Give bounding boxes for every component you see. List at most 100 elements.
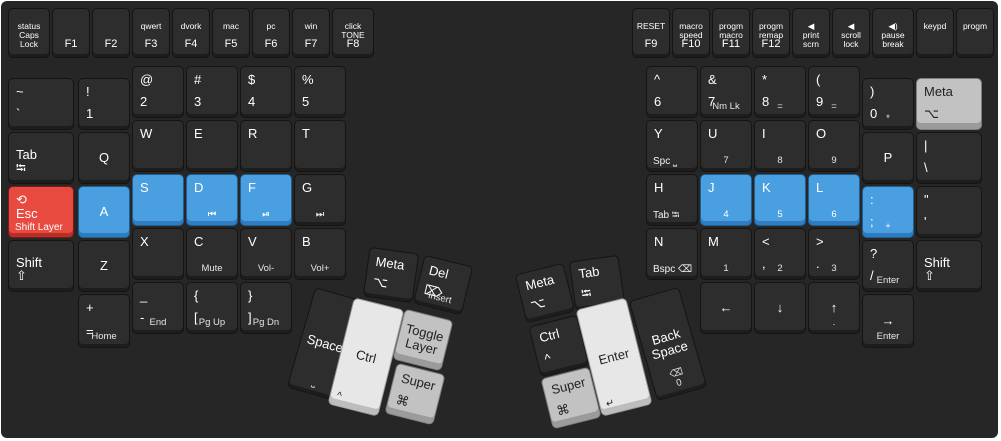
key-q[interactable]: Q [78,132,130,184]
key-label-top: > [816,234,824,249]
key-down[interactable]: ↓ [754,282,806,334]
key-status[interactable]: status Caps Lock [8,8,50,58]
key-e[interactable]: E [186,120,238,172]
key-2[interactable]: @2 [132,66,184,118]
key-label-bot: ⌘ [555,401,572,419]
key-d[interactable]: D ⏮ [186,174,238,226]
key-c[interactable]: C Mute [186,228,238,280]
key-label-cap: = [831,101,837,113]
key-label-tinyb: F10 [681,38,701,51]
key-prtsc[interactable]: ◀ print scrn [792,8,830,58]
key-m[interactable]: M1 [700,228,752,280]
key-semi[interactable]: :; + [862,186,914,238]
key-label-top: E [194,126,203,141]
key-plus[interactable]: + = Home [78,294,130,348]
key-7[interactable]: & 7 Nm Lk [700,66,752,118]
key-g[interactable]: G ⏭ [294,174,346,226]
key-label-bot: ⌘ [394,392,411,410]
key-0[interactable]: ) 0 * [862,78,914,130]
key-i[interactable]: I8 [754,120,806,172]
key-rbrace[interactable]: }] Pg Dn [240,282,292,334]
key-tab[interactable]: Tab ⭾ [8,132,74,184]
key-label-mid: A [99,204,109,220]
key-left[interactable]: ← [700,282,752,334]
key-keypd[interactable]: keypd [916,8,954,58]
key-label-bot: 3 [194,94,202,110]
key-x[interactable]: X [132,228,184,280]
key-label-top: M [708,234,719,249]
key-1[interactable]: ! 1 [78,78,130,130]
key-under[interactable]: _ - End [132,282,184,334]
key-scroll[interactable]: ◀ scroll lock [832,8,870,58]
key-label-top: S [140,180,149,195]
key-j[interactable]: J4 [700,174,752,226]
key-label-tiny: keypd [923,21,947,31]
key-right[interactable]: → Enter [862,294,914,348]
key-shiftl[interactable]: Shift ⇧ [8,240,74,292]
key-shiftr[interactable]: Shift ⇧ [916,240,982,292]
key-lbrace[interactable]: {[Pg Up [186,282,238,334]
key-tilde[interactable]: ~ ` [8,78,74,130]
key-h[interactable]: H Tab ⭾ [646,174,698,226]
key-label-top: H [654,180,664,195]
key-label-cap: 1 [723,263,729,275]
key-meta-l[interactable]: Meta ⌥ [362,246,420,304]
key-r[interactable]: R [240,120,292,172]
key-f[interactable]: F ⏯ [240,174,292,226]
key-label-cap: 8 [777,155,783,167]
key-f3[interactable]: qwert F3 [132,8,170,58]
key-4[interactable]: $4 [240,66,292,118]
key-f4[interactable]: dvork F4 [172,8,210,58]
key-f8[interactable]: click TONE F8 [332,8,374,58]
key-6[interactable]: ^ 6 [646,66,698,118]
key-label-tinyb: F3 [144,38,158,51]
key-f1[interactable]: F1 [52,8,90,58]
key-f10[interactable]: macro speed F10 [672,8,710,58]
key-label-tiny: progm remap [758,21,784,40]
key-slash[interactable]: ? / Enter [862,240,914,292]
key-f7[interactable]: win F7 [292,8,330,58]
key-metaR[interactable]: Meta ⌥ [916,78,982,130]
key-f9[interactable]: RESET F9 [632,8,670,58]
key-p[interactable]: P [862,132,914,184]
key-period[interactable]: >. 3 [808,228,860,280]
key-f5[interactable]: mac F5 [212,8,250,58]
key-t[interactable]: T [294,120,346,172]
key-y[interactable]: Y Spc ⎵ [646,120,698,172]
key-pause[interactable]: ◀) pause break [872,8,914,58]
key-s[interactable]: S [132,174,184,226]
key-label-top: U [708,126,718,141]
key-w[interactable]: W [132,120,184,172]
key-comma[interactable]: <, 2 [754,228,806,280]
key-f12[interactable]: progm remap F12 [752,8,790,58]
key-o[interactable]: O9 [808,120,860,172]
key-f2[interactable]: F2 [92,8,130,58]
key-label-tiny: qwert [140,21,162,31]
key-up[interactable]: ↑. [808,282,860,334]
key-label-tiny: ◀) pause break [881,21,905,49]
key-label-mid: ← [719,300,733,316]
key-b[interactable]: B Vol+ [294,228,346,280]
key-3[interactable]: #3 [186,66,238,118]
key-l[interactable]: L6 [808,174,860,226]
key-label-top: V [248,234,257,249]
key-progm[interactable]: progm [956,8,994,58]
key-f6[interactable]: pc F6 [252,8,290,58]
key-a[interactable]: A [78,186,130,238]
key-label-cap: Mute [201,263,223,275]
key-u[interactable]: U7 [700,120,752,172]
key-label-bot: \ [924,160,928,176]
key-9[interactable]: (9 = [808,66,860,118]
key-8[interactable]: * 8 = [754,66,806,118]
key-k[interactable]: K5 [754,174,806,226]
key-z[interactable]: Z [78,240,130,292]
key-f11[interactable]: progm macro F11 [712,8,750,58]
key-esc[interactable]: ⟲ Esc Shift Layer [8,186,74,238]
key-label-top: K [762,180,771,195]
key-v[interactable]: V Vol- [240,228,292,280]
key-5[interactable]: % 5 [294,66,346,118]
key-n[interactable]: N Bspc ⌫ [646,228,698,280]
key-pipe[interactable]: | \ [916,132,982,184]
key-quote[interactable]: " ' [916,186,982,238]
key-label-top: Super [399,370,438,394]
